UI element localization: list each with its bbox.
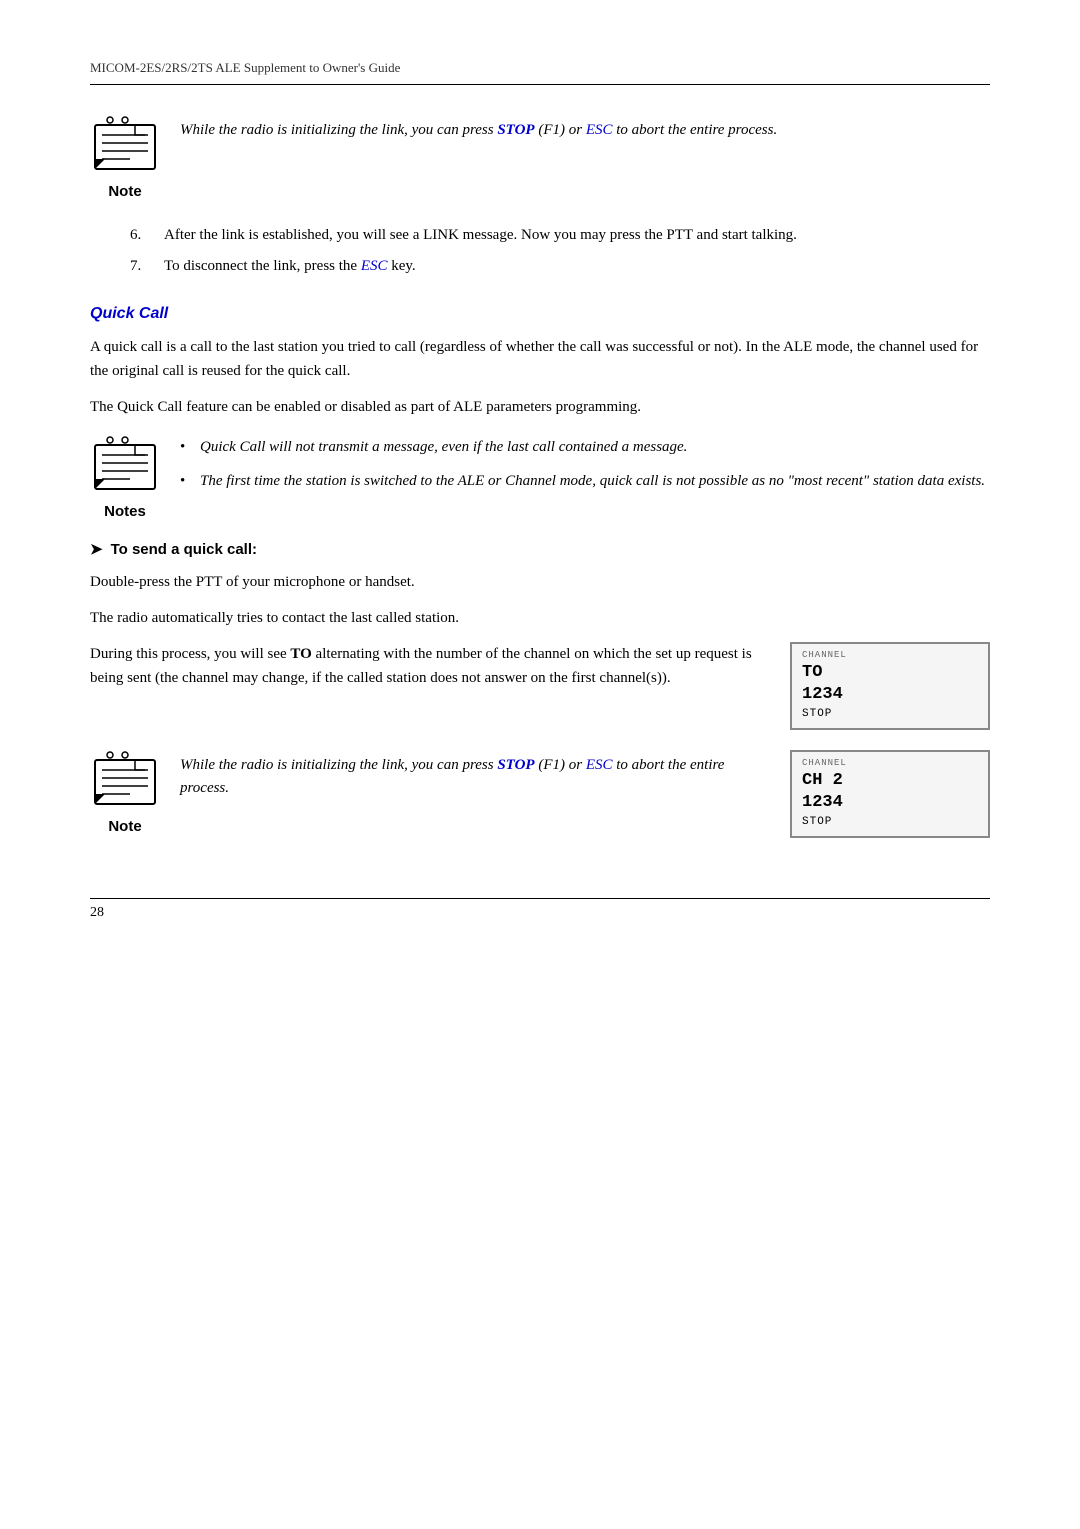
bottom-note-text: While the radio is initializing the link…	[180, 750, 770, 799]
bottom-note-right: CHANNEL CH 2 1234 STOP	[790, 750, 990, 838]
notes-bullet-1: Quick Call will not transmit a message, …	[180, 435, 985, 459]
note-esc-word: ESC	[586, 122, 613, 138]
page-footer: 28	[90, 898, 990, 921]
display-box-1: CHANNEL TO 1234 STOP	[790, 642, 990, 730]
quick-call-para1: A quick call is a call to the last stati…	[90, 335, 990, 383]
bottom-note-label: Note	[108, 818, 141, 835]
bottom-note-box: Note While the radio is initializing the…	[90, 750, 770, 835]
display1-stop: STOP	[802, 708, 978, 720]
note-icon: Note	[90, 115, 160, 200]
display2-line1: CH 2	[802, 770, 978, 792]
list-item-6-text: After the link is established, you will …	[164, 224, 797, 247]
notes-label: Notes	[104, 503, 146, 520]
note-text-part2: (F1) or	[535, 122, 586, 138]
radio-icon	[90, 115, 160, 175]
proc-step2: The radio automatically tries to contact…	[90, 606, 990, 630]
list-item-6: 6. After the link is established, you wi…	[130, 224, 990, 247]
display1-header: CHANNEL	[802, 650, 978, 660]
notes-content: Quick Call will not transmit a message, …	[180, 435, 985, 503]
lcd-display-2: CHANNEL CH 2 1234 STOP	[790, 750, 990, 838]
notes-radio-icon	[90, 435, 160, 495]
notes-box: Notes Quick Call will not transmit a mes…	[90, 435, 990, 520]
quick-call-para2: The Quick Call feature can be enabled or…	[90, 395, 990, 419]
header-title: MICOM-2ES/2RS/2TS ALE Supplement to Owne…	[90, 60, 400, 75]
top-note-box: Note While the radio is initializing the…	[90, 115, 990, 200]
display1-line1: TO	[802, 662, 978, 684]
notes-bullet-list: Quick Call will not transmit a message, …	[180, 435, 985, 493]
list-item-7: 7. To disconnect the link, press the ESC…	[130, 255, 990, 278]
proc-step3-row: During this process, you will see TO alt…	[90, 642, 990, 730]
bottom-note-display-row: Note While the radio is initializing the…	[90, 750, 990, 838]
page-header: MICOM-2ES/2RS/2TS ALE Supplement to Owne…	[90, 60, 990, 85]
list-item-6-num: 6.	[130, 224, 154, 247]
page: MICOM-2ES/2RS/2TS ALE Supplement to Owne…	[0, 0, 1080, 1001]
note-label: Note	[108, 183, 141, 200]
lcd-display-1: CHANNEL TO 1234 STOP	[790, 642, 990, 730]
bottom-note-icon: Note	[90, 750, 160, 835]
numbered-list: 6. After the link is established, you wi…	[130, 224, 990, 277]
note-text-part3: to abort the entire process.	[613, 122, 778, 138]
bottom-note-left: Note While the radio is initializing the…	[90, 750, 770, 835]
procedure-heading: ➤To send a quick call:	[90, 540, 990, 558]
list-item-7-text: To disconnect the link, press the ESC ke…	[164, 255, 416, 278]
note-stop-word: STOP	[497, 122, 534, 138]
display2-line2: 1234	[802, 792, 978, 814]
note-text: While the radio is initializing the link…	[180, 115, 777, 142]
arrow-icon: ➤	[90, 541, 103, 558]
proc-step3-text: During this process, you will see TO alt…	[90, 642, 770, 690]
display1-line2: 1234	[802, 684, 978, 706]
bottom-radio-icon	[90, 750, 160, 810]
list-item-7-num: 7.	[130, 255, 154, 278]
page-number: 28	[90, 905, 104, 920]
proc-step1: Double-press the PTT of your microphone …	[90, 570, 990, 594]
notes-icon: Notes	[90, 435, 160, 520]
quick-call-title: Quick Call	[90, 305, 990, 323]
display2-stop: STOP	[802, 816, 978, 828]
notes-bullet-2: The first time the station is switched t…	[180, 469, 985, 493]
display2-header: CHANNEL	[802, 758, 978, 768]
note-text-part1: While the radio is initializing the link…	[180, 122, 497, 138]
